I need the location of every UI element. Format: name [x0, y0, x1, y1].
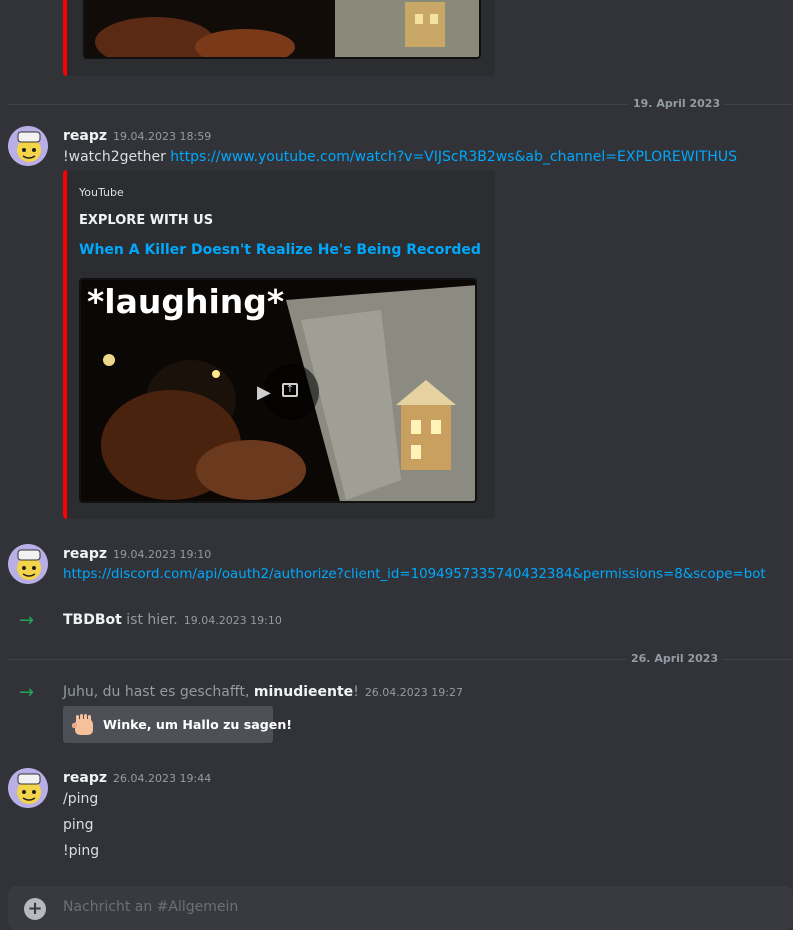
timestamp: 19.04.2023 19:10: [183, 614, 282, 627]
date-divider-label: 19. April 2023: [629, 97, 725, 110]
message-content: https://discord.com/api/oauth2/authorize…: [63, 567, 766, 582]
play-icon[interactable]: ▶: [257, 382, 271, 403]
join-arrow-icon: →: [19, 610, 35, 631]
message-text: !watch2gether: [63, 149, 166, 165]
timestamp: 26.04.2023 19:27: [364, 686, 463, 699]
message-composer[interactable]: + Nachricht an #Allgemein: [8, 886, 793, 930]
message-content: !watch2gether https://www.youtube.com/wa…: [63, 149, 737, 165]
username[interactable]: reapz: [63, 546, 107, 562]
wave-button-label: Winke, um Hallo zu sagen!: [103, 717, 293, 732]
message-link[interactable]: https://discord.com/api/oauth2/authorize…: [63, 567, 766, 582]
timestamp: 19.04.2023 19:10: [113, 548, 212, 561]
system-text: Juhu, du hast es geschafft,: [63, 684, 250, 700]
embed-provider: YouTube: [79, 186, 124, 199]
embed-title[interactable]: When A Killer Doesn't Realize He's Being…: [79, 242, 481, 258]
previous-embed: [63, 0, 495, 76]
system-message: Juhu, du hast es geschafft, minudieente!…: [63, 684, 463, 700]
system-text-end: !: [353, 684, 359, 700]
embed-video-thumbnail[interactable]: *laughing* ▶ ↑: [79, 278, 477, 503]
avatar[interactable]: [8, 544, 48, 584]
username[interactable]: reapz: [63, 770, 107, 786]
message-text: !ping: [63, 843, 100, 859]
add-attachment-icon[interactable]: +: [24, 898, 46, 920]
open-external-icon[interactable]: ↑: [282, 383, 298, 397]
timestamp: 26.04.2023 19:44: [113, 772, 212, 785]
previous-embed-thumbnail[interactable]: [83, 0, 481, 59]
message-link[interactable]: https://www.youtube.com/watch?v=VIJScR3B…: [170, 149, 737, 165]
thumbnail-caption: *laughing*: [87, 282, 285, 321]
message-header: reapz 19.04.2023 18:59: [63, 128, 211, 144]
date-divider-label: 26. April 2023: [627, 652, 723, 665]
message-header: reapz 26.04.2023 19:44: [63, 770, 211, 786]
avatar-image: [8, 126, 48, 166]
avatar-image: [8, 544, 48, 584]
youtube-embed: YouTube EXPLORE WITH US When A Killer Do…: [63, 170, 495, 519]
timestamp: 19.04.2023 18:59: [113, 130, 212, 143]
avatar[interactable]: [8, 768, 48, 808]
composer-placeholder: Nachricht an #Allgemein: [63, 899, 239, 915]
system-text: ist hier.: [126, 612, 178, 628]
message-header: reapz 19.04.2023 19:10: [63, 546, 211, 562]
system-username[interactable]: TBDBot: [63, 612, 122, 628]
system-username[interactable]: minudieente: [254, 684, 353, 700]
embed-author[interactable]: EXPLORE WITH US: [79, 213, 213, 228]
username[interactable]: reapz: [63, 128, 107, 144]
avatar-image: [8, 768, 48, 808]
wave-button[interactable]: Winke, um Hallo zu sagen!: [63, 706, 292, 743]
system-message: TBDBot ist hier. 19.04.2023 19:10: [63, 612, 282, 628]
avatar[interactable]: [8, 126, 48, 166]
message-text: /ping: [63, 791, 99, 807]
wave-hand-icon: [72, 713, 96, 737]
message-text: ping: [63, 817, 94, 833]
join-arrow-icon: →: [19, 682, 35, 703]
